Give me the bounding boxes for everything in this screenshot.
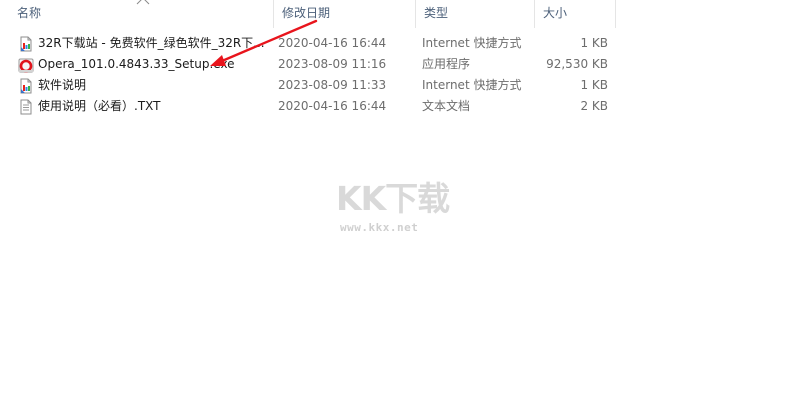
file-name: Opera_101.0.4843.33_Setup.exe — [38, 57, 235, 71]
column-header-name[interactable]: 名称 — [8, 0, 274, 28]
watermark-logo: KK下载 — [336, 179, 450, 218]
column-header-size-label: 大小 — [543, 6, 568, 20]
file-name: 32R下载站 - 免费软件_绿色软件_32R下... — [38, 36, 265, 50]
column-header-size[interactable]: 大小 — [535, 0, 616, 28]
column-header-date[interactable]: 修改日期 — [274, 0, 416, 28]
file-row[interactable]: 使用说明（必看）.TXT 2020-04-16 16:44 文本文档 2 KB — [0, 96, 616, 117]
column-header-date-label: 修改日期 — [282, 6, 331, 20]
watermark-url: www.kkx.net — [340, 221, 419, 234]
file-explorer: 名称 修改日期 类型 大小 32R下载站 - 免费软件_绿色软件_32R下...… — [0, 0, 789, 414]
file-name: 软件说明 — [38, 78, 87, 92]
internet-shortcut-icon — [20, 78, 32, 94]
column-divider[interactable] — [615, 0, 616, 28]
file-date: 2020-04-16 16:44 — [278, 36, 387, 50]
file-type: Internet 快捷方式 — [422, 36, 522, 50]
opera-installer-icon — [18, 58, 34, 73]
internet-shortcut-icon — [20, 36, 32, 52]
file-name: 使用说明（必看）.TXT — [38, 99, 161, 113]
file-date: 2023-08-09 11:33 — [278, 78, 387, 92]
column-header-name-label: 名称 — [17, 6, 42, 20]
file-row[interactable]: 软件说明 2023-08-09 11:33 Internet 快捷方式 1 KB — [0, 75, 616, 96]
file-list: 32R下载站 - 免费软件_绿色软件_32R下... 2020-04-16 16… — [0, 33, 616, 117]
file-size: 1 KB — [580, 36, 608, 50]
file-date: 2023-08-09 11:16 — [278, 57, 387, 71]
watermark: KK下载 www.kkx.net — [336, 180, 466, 242]
text-document-icon — [20, 99, 32, 115]
file-row[interactable]: Opera_101.0.4843.33_Setup.exe 2023-08-09… — [0, 54, 616, 75]
column-header-bar: 名称 修改日期 类型 大小 — [0, 0, 616, 28]
column-header-type[interactable]: 类型 — [416, 0, 535, 28]
file-row[interactable]: 32R下载站 - 免费软件_绿色软件_32R下... 2020-04-16 16… — [0, 33, 616, 54]
file-date: 2020-04-16 16:44 — [278, 99, 387, 113]
file-type: 应用程序 — [422, 57, 471, 71]
column-header-type-label: 类型 — [424, 6, 449, 20]
file-size: 2 KB — [580, 99, 608, 113]
file-type: 文本文档 — [422, 99, 471, 113]
file-size: 92,530 KB — [546, 57, 608, 71]
file-type: Internet 快捷方式 — [422, 78, 522, 92]
file-size: 1 KB — [580, 78, 608, 92]
